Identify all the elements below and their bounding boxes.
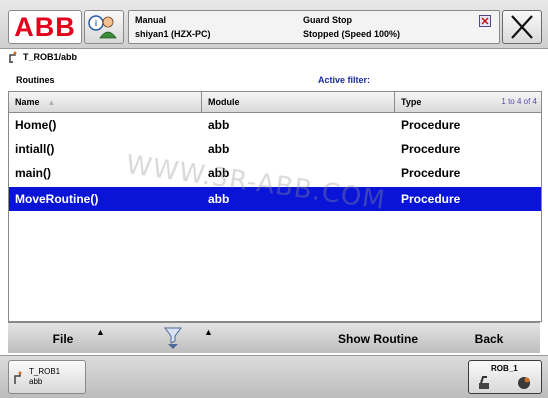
column-header-module[interactable]: Module	[202, 92, 395, 112]
routines-label: Routines	[16, 75, 55, 85]
abb-menu-button[interactable]: ABB	[8, 10, 82, 44]
close-x-icon	[511, 15, 533, 39]
back-button[interactable]: Back	[448, 323, 530, 353]
routine-type: Procedure	[401, 142, 461, 156]
mechanical-unit-label: ROB_1	[491, 364, 518, 373]
show-routine-label: Show Routine	[338, 332, 418, 346]
column-header-type[interactable]: Type 1 to 4 of 4	[395, 92, 541, 112]
routine-name: MoveRoutine()	[15, 192, 99, 206]
path-text: T_ROB1/abb	[23, 52, 78, 62]
table-header: Name ▲ Module Type 1 to 4 of 4	[9, 92, 541, 113]
filter-up-arrow-icon: ▲	[204, 327, 213, 337]
routine-type: Procedure	[401, 118, 461, 132]
mechanical-unit-button[interactable]: ROB_1	[468, 360, 542, 394]
column-module-label: Module	[208, 97, 240, 107]
row-range: 1 to 4 of 4	[501, 97, 537, 106]
task-name: T_ROB1	[29, 367, 61, 376]
safety-state: Guard Stop	[303, 15, 352, 25]
back-label: Back	[474, 332, 504, 346]
routine-module: abb	[208, 118, 230, 132]
menu-up-arrow-icon: ▲	[96, 327, 105, 337]
routine-module: abb	[208, 142, 230, 156]
controller-name: shiyan1 (HZX-PC)	[135, 29, 211, 39]
quickset-person-icon: i	[88, 15, 117, 39]
status-panel[interactable]: Manual shiyan1 (HZX-PC) Guard Stop Stopp…	[128, 10, 500, 44]
task-window-button[interactable]: T_ROB1 abb	[8, 360, 86, 394]
taskbar: T_ROB1 abb ROB_1	[0, 355, 548, 398]
routine-type: Procedure	[401, 166, 461, 180]
column-header-name[interactable]: Name ▲	[9, 92, 202, 112]
abb-logo: ABB	[14, 11, 76, 42]
robot-unit-icon	[479, 376, 489, 389]
routine-name: main()	[15, 166, 51, 180]
event-log-icon	[479, 15, 491, 27]
routine-name: intiall()	[15, 142, 55, 156]
svg-text:i: i	[95, 19, 97, 28]
robot-task-icon	[9, 51, 17, 63]
close-button[interactable]	[502, 10, 542, 44]
command-bar: File ▲ ▲ Show Routine Back	[8, 322, 540, 353]
active-filter-label[interactable]: Active filter:	[318, 75, 370, 85]
table-row[interactable]: Home() abb Procedure	[9, 113, 541, 137]
coordinate-system-icon	[518, 377, 530, 389]
routines-info-row: Routines Active filter:	[8, 70, 540, 90]
file-label: File	[52, 332, 74, 346]
filter-button[interactable]	[148, 323, 198, 353]
routine-type: Procedure	[401, 192, 461, 206]
robot-task-icon	[14, 371, 22, 384]
sort-ascending-icon: ▲	[47, 98, 56, 107]
column-type-label: Type	[401, 97, 422, 107]
show-routine-button[interactable]: Show Routine	[308, 323, 448, 353]
column-name-label: Name	[15, 97, 40, 107]
filter-funnel-icon	[164, 327, 182, 349]
top-status-bar: ABB i Manual shiyan1 (HZX-PC) Guard Stop…	[0, 0, 548, 49]
quickset-button[interactable]: i	[84, 10, 124, 44]
run-state: Stopped (Speed 100%)	[303, 29, 401, 39]
breadcrumb: T_ROB1/abb	[8, 49, 77, 65]
mode-text: Manual	[135, 15, 167, 25]
routines-table: Name ▲ Module Type 1 to 4 of 4 Home() abb…	[8, 91, 542, 322]
table-row[interactable]: intiall() abb Procedure	[9, 137, 541, 161]
task-module: abb	[29, 377, 43, 386]
routine-name: Home()	[15, 118, 57, 132]
